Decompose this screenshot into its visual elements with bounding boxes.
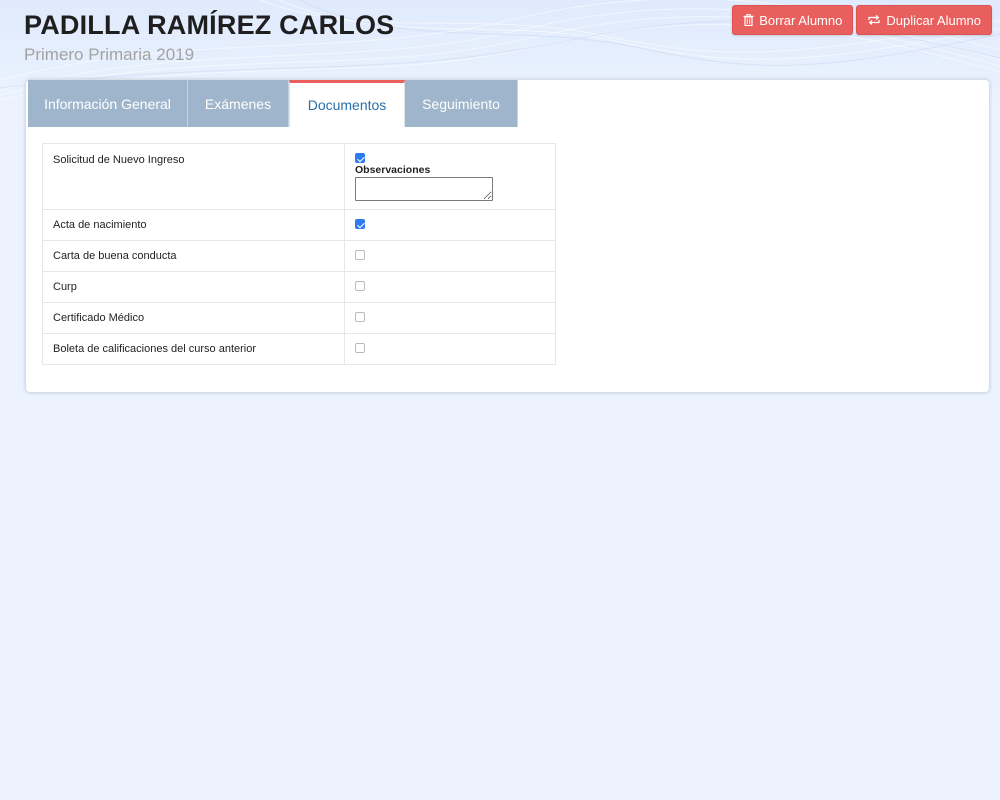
document-label: Boleta de calificaciones del curso anter… bbox=[42, 333, 345, 365]
table-row: Solicitud de Nuevo Ingreso Observaciones bbox=[42, 143, 556, 210]
document-checkbox[interactable] bbox=[355, 343, 365, 353]
table-row: Certificado Médico bbox=[42, 302, 556, 334]
student-grade: Primero Primaria 2019 bbox=[24, 45, 195, 64]
documents-card: Información General Exámenes Documentos … bbox=[25, 79, 990, 393]
document-checkbox[interactable] bbox=[355, 219, 365, 229]
student-name: PADILLA RAMÍREZ CARLOS bbox=[24, 10, 395, 40]
trash-icon bbox=[743, 14, 754, 26]
observations-textarea[interactable] bbox=[355, 177, 493, 201]
document-label: Certificado Médico bbox=[42, 302, 345, 334]
observations-label: Observaciones bbox=[355, 164, 431, 176]
document-checkbox[interactable] bbox=[355, 281, 365, 291]
duplicate-student-label: Duplicar Alumno bbox=[886, 12, 981, 28]
tab-documentos[interactable]: Documentos bbox=[289, 80, 405, 127]
delete-student-button[interactable]: Borrar Alumno bbox=[732, 5, 854, 35]
student-detail-page: PADILLA RAMÍREZ CARLOS Primero Primaria … bbox=[0, 0, 1000, 800]
document-checkbox[interactable] bbox=[355, 312, 365, 322]
delete-student-label: Borrar Alumno bbox=[759, 12, 843, 28]
tab-examenes[interactable]: Exámenes bbox=[188, 80, 289, 127]
document-label: Curp bbox=[42, 271, 345, 303]
table-row: Carta de buena conducta bbox=[42, 240, 556, 272]
duplicate-student-button[interactable]: Duplicar Alumno bbox=[856, 5, 992, 35]
tab-informacion-general[interactable]: Información General bbox=[28, 80, 188, 127]
action-buttons: Borrar Alumno Duplicar Alumno bbox=[732, 5, 992, 35]
document-label: Carta de buena conducta bbox=[42, 240, 345, 272]
document-label: Solicitud de Nuevo Ingreso bbox=[42, 143, 345, 210]
document-label: Acta de nacimiento bbox=[42, 209, 345, 241]
tab-bar: Información General Exámenes Documentos … bbox=[28, 80, 518, 127]
repeat-icon bbox=[868, 15, 880, 25]
tab-seguimiento[interactable]: Seguimiento bbox=[405, 80, 518, 127]
table-row: Acta de nacimiento bbox=[42, 209, 556, 241]
table-row: Curp bbox=[42, 271, 556, 303]
document-checkbox[interactable] bbox=[355, 153, 365, 163]
document-checkbox[interactable] bbox=[355, 250, 365, 260]
table-row: Boleta de calificaciones del curso anter… bbox=[42, 333, 556, 365]
documents-table: Solicitud de Nuevo Ingreso Observaciones… bbox=[42, 143, 556, 365]
